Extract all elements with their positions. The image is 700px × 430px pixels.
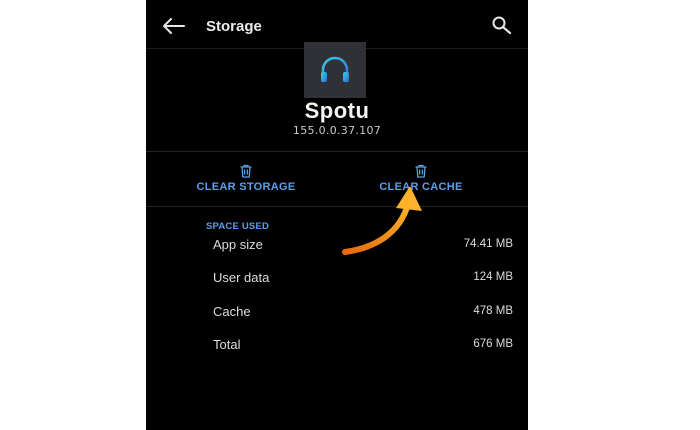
clear-cache-label: CLEAR CACHE [379,181,463,193]
app-icon [304,42,366,98]
headphones-icon [321,56,349,82]
back-arrow-icon [163,18,185,34]
clear-storage-label: CLEAR STORAGE [196,181,296,193]
row-value: 478 MB [473,305,513,317]
storage-screen: Storage Spotu 155.0.0.37.107 CLEAR STORA… [146,0,528,430]
list-item: User data 124 MB [213,270,513,290]
row-label: Total [213,337,241,352]
list-item: App size 74.41 MB [213,237,513,257]
clear-cache-button[interactable]: CLEAR CACHE [346,160,496,204]
clear-storage-button[interactable]: CLEAR STORAGE [171,160,321,204]
trash-icon [415,164,427,178]
row-label: User data [213,270,270,285]
list-item: Cache 478 MB [213,304,513,324]
app-name: Spotu [304,98,370,123]
app-bar: Storage [146,0,528,48]
row-value: 676 MB [473,338,513,350]
back-button[interactable] [160,16,186,36]
row-value: 124 MB [473,271,513,283]
list-item: Total 676 MB [213,337,513,357]
row-label: Cache [213,304,251,319]
divider [146,206,528,207]
row-value: 74.41 MB [463,238,513,250]
app-version: 155.0.0.37.107 [292,124,382,137]
page-title: Storage [206,18,262,35]
search-icon [492,16,512,35]
trash-icon [240,164,252,178]
divider [146,151,528,152]
search-button[interactable] [490,14,514,38]
row-label: App size [213,237,263,252]
space-used-header: SPACE USED [206,221,270,232]
